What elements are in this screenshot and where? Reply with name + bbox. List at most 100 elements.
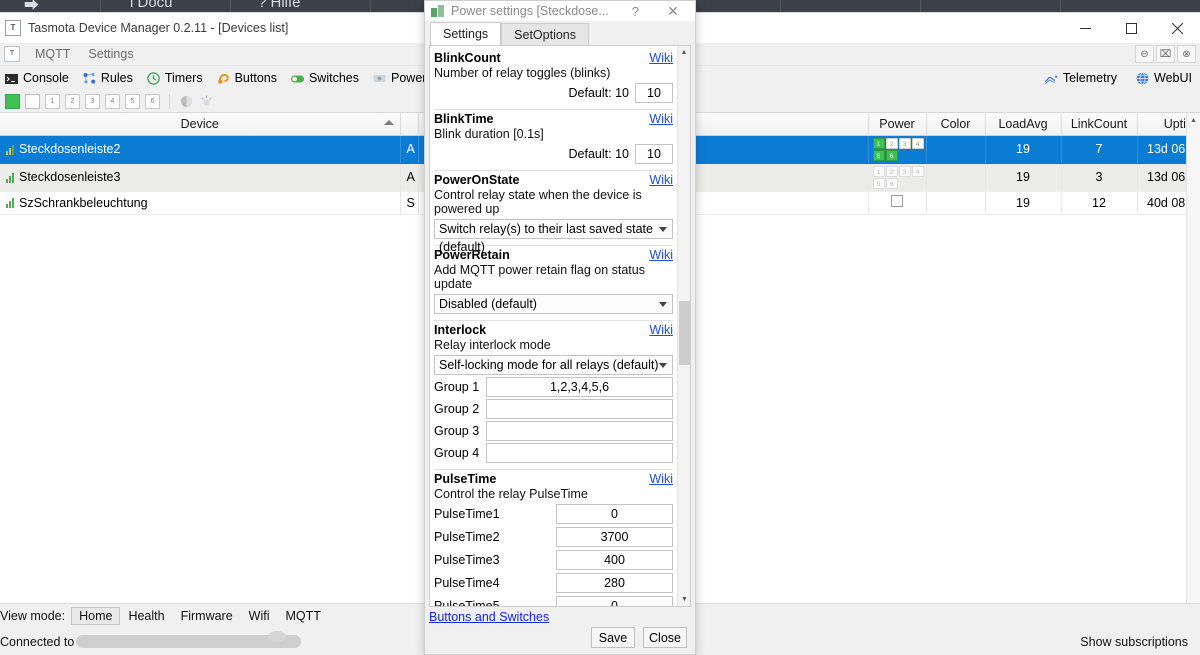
dialog-scroll-thumb[interactable] <box>679 301 690 365</box>
wiki-link-powerretain[interactable]: Wiki <box>649 248 673 262</box>
input-group-2[interactable] <box>486 399 673 419</box>
view-mode-firmware[interactable]: Firmware <box>173 607 241 625</box>
relay-chip-3[interactable]: 3 <box>898 165 911 177</box>
toolbar-button-console[interactable]: Console <box>4 71 69 86</box>
dialog-help-button[interactable]: ? <box>632 4 639 19</box>
pulsetime-label-3: PulseTime3 <box>434 553 500 567</box>
relay-button-6[interactable]: 6 <box>145 93 160 109</box>
relay-chip-1[interactable]: 1 <box>872 137 885 149</box>
toolbar-button-rules[interactable]: Rules <box>82 71 133 86</box>
toolbar-button-webui[interactable]: WebUI <box>1135 71 1192 86</box>
view-mode-mqtt[interactable]: MQTT <box>278 607 329 625</box>
toolbar-button-timers[interactable]: Timers <box>146 71 203 86</box>
toggle-icon[interactable] <box>179 94 194 109</box>
column-header-linkcount[interactable]: LinkCount <box>1061 113 1138 136</box>
column-header-hidden[interactable] <box>400 113 419 136</box>
input-pulsetime-1[interactable]: 0 <box>556 504 673 524</box>
toolbar-button-power[interactable]: Power <box>372 71 426 86</box>
power-checkbox[interactable] <box>891 195 903 207</box>
input-pulsetime-4[interactable]: 280 <box>556 573 673 593</box>
minimize-button[interactable] <box>1062 13 1108 43</box>
wiki-link-pulsetime[interactable]: Wiki <box>649 472 673 486</box>
blink-icon[interactable] <box>199 94 214 109</box>
input-group-3[interactable] <box>486 421 673 441</box>
cell-device[interactable]: Steckdosenleiste3 <box>0 163 401 192</box>
toolbar-button-buttons[interactable]: Buttons <box>216 71 277 86</box>
relay-chip-2[interactable]: 2 <box>885 137 898 149</box>
wiki-link-poweronstate[interactable]: Wiki <box>649 173 673 187</box>
input-group-1[interactable]: 1,2,3,4,5,6 <box>486 377 673 397</box>
relay-button-5[interactable]: 5 <box>125 93 140 109</box>
select-powerretain[interactable]: Disabled (default) <box>434 294 673 314</box>
select-interlock[interactable]: Self-locking mode for all relays (defaul… <box>434 355 673 375</box>
dialog-titlebar: Power settings [Steckdose... ? ✕ <box>425 1 695 21</box>
column-header-power[interactable]: Power <box>868 113 927 136</box>
relay-chip-2[interactable]: 2 <box>885 165 898 177</box>
close-dialog-button[interactable]: Close <box>643 627 687 648</box>
pulsetime-row: PulseTime2 3700 <box>434 527 673 547</box>
relay-chip-5[interactable]: 5 <box>872 177 885 189</box>
relay-chip-3[interactable]: 3 <box>898 137 911 149</box>
wiki-link-blinktime[interactable]: Wiki <box>649 112 673 126</box>
select-poweronstate[interactable]: Switch relay(s) to their last saved stat… <box>434 219 673 254</box>
table-vertical-scrollbar[interactable]: ▲ <box>1186 113 1200 603</box>
section-blinkcount: BlinkCount Wiki Number of relay toggles … <box>434 49 673 110</box>
input-pulsetime-2[interactable]: 3700 <box>556 527 673 547</box>
column-header-color[interactable]: Color <box>926 113 986 136</box>
dialog-scroll-up-arrow[interactable]: ▲ <box>678 46 690 59</box>
toolbar-button-switches[interactable]: Switches <box>290 71 359 86</box>
relay-all-on-button[interactable] <box>5 93 20 109</box>
buttons-and-switches-link[interactable]: Buttons and Switches <box>429 610 549 624</box>
relay-chip-1[interactable]: 1 <box>872 165 885 177</box>
cell-linkcount: 3 <box>1061 163 1138 192</box>
input-group-4[interactable] <box>486 443 673 463</box>
show-subscriptions-button[interactable]: Show subscriptions <box>1080 635 1188 649</box>
cell-device[interactable]: Steckdosenleiste2 <box>0 135 401 164</box>
view-mode-home[interactable]: Home <box>71 607 121 625</box>
mdi-close-button[interactable]: ⊗ <box>1177 45 1196 63</box>
input-pulsetime-5[interactable]: 0 <box>556 596 673 606</box>
close-button[interactable] <box>1154 13 1200 43</box>
relay-chip-5[interactable]: 5 <box>872 149 885 161</box>
relay-button-1[interactable]: 1 <box>45 93 60 109</box>
view-mode-wifi[interactable]: Wifi <box>241 607 278 625</box>
wiki-link-blinkcount[interactable]: Wiki <box>649 51 673 65</box>
wiki-link-interlock[interactable]: Wiki <box>649 323 673 337</box>
input-blinkcount[interactable]: 10 <box>635 83 673 103</box>
cell-power[interactable]: 1 2 3 4 5 6 <box>868 163 927 192</box>
relay-button-4[interactable]: 4 <box>105 93 120 109</box>
column-header-loadavg[interactable]: LoadAvg <box>985 113 1062 136</box>
mdi-restore-button[interactable]: ⌧ <box>1156 45 1175 63</box>
relay-all-off-button[interactable] <box>25 93 40 109</box>
relay-chip-4[interactable]: 4 <box>911 137 924 149</box>
input-blinktime[interactable]: 10 <box>635 144 673 164</box>
menu-item-mqtt[interactable]: MQTT <box>26 45 79 63</box>
save-button[interactable]: Save <box>591 627 635 648</box>
dialog-close-button[interactable]: ✕ <box>651 1 695 21</box>
toolbar-button-telemetry[interactable]: Telemetry <box>1044 71 1117 86</box>
dialog-scroll-down-arrow[interactable]: ▼ <box>678 593 690 606</box>
cell-power[interactable] <box>868 191 927 215</box>
input-pulsetime-3[interactable]: 400 <box>556 550 673 570</box>
tab-setoptions[interactable]: SetOptions <box>501 23 590 45</box>
relay-chip-6[interactable]: 6 <box>885 149 898 161</box>
dialog-vertical-scrollbar[interactable]: ▲ ▼ <box>677 46 690 606</box>
cell-power[interactable]: 1 2 3 4 5 6 <box>868 135 927 164</box>
power-settings-dialog: Power settings [Steckdose... ? ✕ Setting… <box>424 0 696 655</box>
cell-device[interactable]: SzSchrankbeleuchtung <box>0 191 401 215</box>
mdi-minimize-button[interactable]: ⊖ <box>1135 45 1154 63</box>
view-mode-health[interactable]: Health <box>120 607 172 625</box>
relay-button-3[interactable]: 3 <box>85 93 100 109</box>
relay-chip-4[interactable]: 4 <box>911 165 924 177</box>
scroll-up-arrow[interactable]: ▲ <box>1187 113 1200 127</box>
device-name: SzSchrankbeleuchtung <box>19 195 148 210</box>
window-title: Tasmota Device Manager 0.2.11 - [Devices… <box>28 21 289 35</box>
column-header-device[interactable]: Device <box>0 113 401 136</box>
menu-item-settings[interactable]: Settings <box>79 45 142 63</box>
tab-settings[interactable]: Settings <box>430 22 502 45</box>
toolbar-label-buttons: Buttons <box>234 71 277 85</box>
bg-menu-item-0: ⮕ <box>24 0 40 12</box>
relay-button-2[interactable]: 2 <box>65 93 80 109</box>
relay-chip-6[interactable]: 6 <box>885 177 898 189</box>
maximize-button[interactable] <box>1108 13 1154 43</box>
